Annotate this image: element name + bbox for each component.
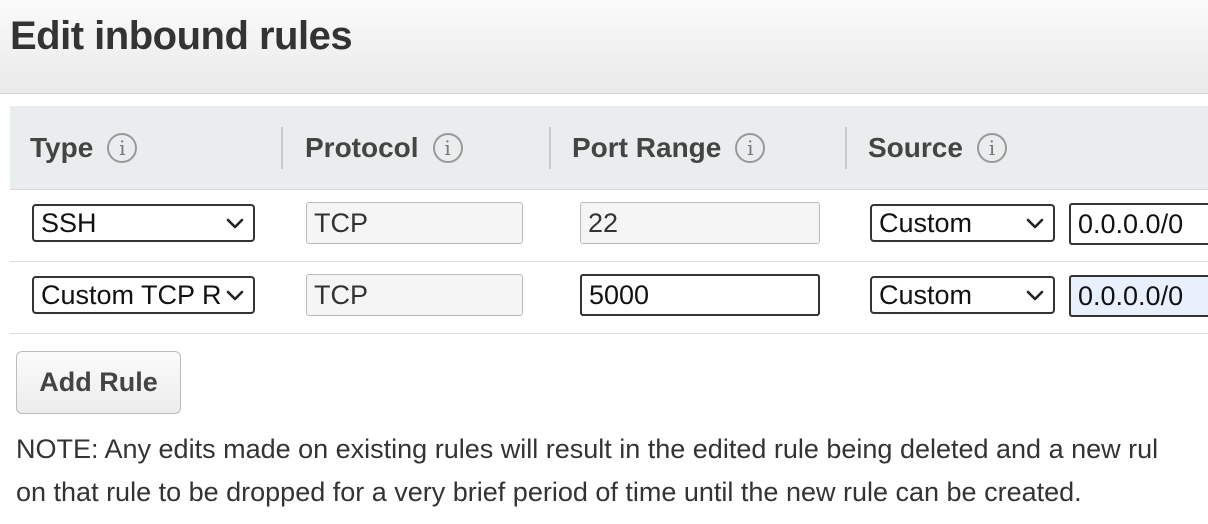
column-header-protocol: Protocol i [305, 106, 463, 189]
note-line-2: on that rule to be dropped for a very br… [16, 477, 1082, 507]
column-header-type: Type i [30, 106, 138, 189]
source-cidr-input[interactable]: 0.0.0.0/0 [1069, 275, 1208, 317]
note-line-1: NOTE: Any edits made on existing rules w… [16, 434, 1159, 464]
type-select-value: SSH [41, 207, 97, 238]
info-icon[interactable]: i [107, 132, 138, 163]
info-icon[interactable]: i [432, 132, 463, 163]
protocol-field: TCP [306, 202, 523, 244]
source-mode-select[interactable]: Custom [870, 276, 1055, 314]
info-icon[interactable]: i [976, 132, 1007, 163]
source-cidr-input[interactable]: 0.0.0.0/0 [1069, 203, 1208, 245]
column-divider [845, 127, 847, 169]
chevron-down-icon [1026, 290, 1044, 301]
info-icon[interactable]: i [735, 132, 766, 163]
rules-table-header: Type i Protocol i Port Range i Source i [10, 106, 1208, 190]
column-header-port-range: Port Range i [572, 106, 766, 189]
chevron-down-icon [1026, 218, 1044, 229]
column-label-protocol: Protocol [305, 131, 419, 163]
type-select[interactable]: Custom TCP Rule [32, 276, 255, 314]
table-row: SSH TCP 22 Custom 0.0.0.0/0 [10, 190, 1208, 262]
source-mode-value: Custom [879, 207, 973, 238]
type-select[interactable]: SSH [32, 204, 255, 242]
chevron-down-icon [226, 218, 244, 229]
port-range-input[interactable]: 5000 [580, 274, 820, 316]
column-header-source: Source i [868, 106, 1007, 189]
column-divider [549, 127, 551, 169]
chevron-down-icon [226, 290, 244, 301]
protocol-field: TCP [306, 274, 523, 316]
column-label-source: Source [868, 131, 963, 163]
edit-note: NOTE: Any edits made on existing rules w… [16, 428, 1208, 514]
column-label-port-range: Port Range [572, 131, 722, 163]
port-range-field: 22 [580, 202, 820, 244]
add-rule-button[interactable]: Add Rule [16, 351, 181, 414]
source-mode-select[interactable]: Custom [870, 204, 1055, 242]
column-label-type: Type [30, 131, 94, 163]
type-select-value: Custom TCP Rule [41, 279, 223, 310]
page-header: Edit inbound rules [0, 0, 1208, 94]
column-divider [281, 127, 283, 169]
source-mode-value: Custom [879, 279, 973, 310]
table-row: Custom TCP Rule TCP 5000 Custom 0.0.0.0/… [10, 262, 1208, 334]
page-title: Edit inbound rules [10, 14, 353, 58]
